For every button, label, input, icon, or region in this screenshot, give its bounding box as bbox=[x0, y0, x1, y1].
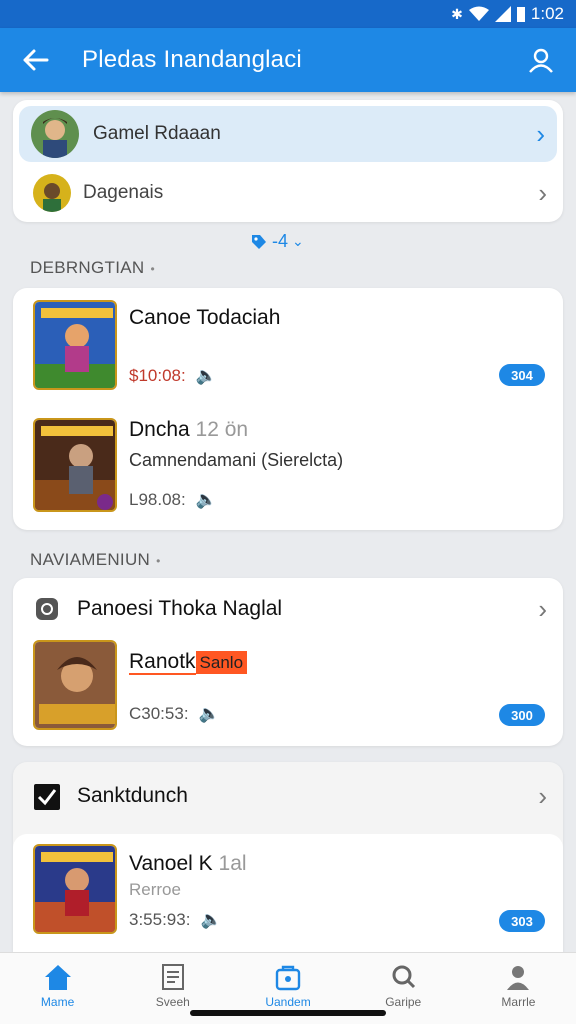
user-icon bbox=[529, 48, 553, 73]
sound-icon: 🔈 bbox=[195, 366, 217, 385]
signal-icon bbox=[494, 6, 511, 22]
nav-home[interactable]: Mame bbox=[0, 953, 115, 1024]
home-indicator bbox=[190, 1010, 386, 1016]
account-row-primary[interactable]: Gamel Rdaaan › bbox=[19, 106, 557, 162]
dot-icon: • bbox=[150, 262, 155, 276]
game-badge: 303 bbox=[499, 910, 545, 932]
page-title: Pledas Inandanglaci bbox=[82, 46, 302, 73]
game-thumbnail bbox=[33, 640, 117, 730]
game-title: Canoe Todaciah bbox=[129, 306, 281, 329]
chevron-right-icon: › bbox=[538, 177, 547, 208]
game-item[interactable]: Canoe Todaciah $10:08: 🔈 304 bbox=[13, 288, 563, 406]
games-card: Canoe Todaciah $10:08: 🔈 304 Dncha 12 ön… bbox=[13, 288, 563, 530]
sound-icon: 🔈 bbox=[198, 704, 220, 723]
chevron-right-icon: › bbox=[538, 593, 547, 624]
collection-header[interactable]: Sanktdunch › bbox=[13, 762, 563, 830]
dot-icon: • bbox=[156, 554, 161, 568]
sound-icon: 🔈 bbox=[195, 490, 217, 509]
game-price: $10:08: 🔈 bbox=[129, 366, 217, 386]
person-icon bbox=[507, 966, 530, 990]
game-title-text: Dncha bbox=[129, 418, 190, 441]
bag-icon bbox=[275, 965, 301, 991]
game-item[interactable]: Vanoel K 1al Rerroe 3:55:93: 🔈 303 bbox=[13, 834, 563, 952]
game-title-suffix: 1al bbox=[218, 852, 247, 875]
nav-label: Sveeh bbox=[155, 995, 190, 1009]
collection-header[interactable]: Panoesi Thoka Naglal › bbox=[13, 578, 563, 640]
tag-icon bbox=[252, 234, 266, 249]
game-price: C30:53: 🔈 bbox=[129, 704, 220, 724]
accounts-card: Gamel Rdaaan › Dagenais › bbox=[13, 100, 563, 222]
game-price-text: 3:55:93: bbox=[129, 910, 191, 929]
game-item[interactable]: Ranotk Sanlo C30:53: 🔈 300 bbox=[13, 640, 563, 746]
collection-card: Sanktdunch › Vanoel K 1al Rerroe 3:55:93… bbox=[13, 762, 563, 952]
clock: 1:02 bbox=[530, 4, 564, 23]
chevron-down-icon: ⌄ bbox=[292, 233, 304, 249]
collection-title: Sanktdunch bbox=[77, 784, 188, 807]
game-price-text: $10:08: bbox=[129, 366, 186, 385]
game-thumbnail bbox=[33, 300, 117, 390]
game-title: Dncha 12 ön bbox=[129, 418, 248, 442]
account-row-secondary[interactable]: Dagenais › bbox=[13, 166, 563, 220]
section-heading-text: NAVIAMENIUN bbox=[30, 550, 151, 569]
game-title: Ranotk Sanlo bbox=[129, 650, 248, 675]
nav-label: Garipe bbox=[385, 995, 422, 1009]
chevron-right-icon: › bbox=[538, 780, 547, 811]
game-thumbnail bbox=[33, 844, 117, 934]
avatar bbox=[33, 174, 71, 212]
game-badge: 300 bbox=[499, 704, 545, 726]
section-heading-text: DEBRNGTIAN bbox=[30, 258, 145, 277]
game-thumbnail bbox=[33, 418, 117, 512]
filter-label: -4 bbox=[272, 231, 289, 251]
game-price-text: C30:53: bbox=[129, 704, 189, 723]
bluetooth-icon: ✱ bbox=[451, 5, 463, 22]
section-heading: NAVIAMENIUN • bbox=[30, 550, 161, 570]
home-icon bbox=[44, 965, 71, 990]
gamepad-icon bbox=[36, 598, 58, 620]
search-icon bbox=[392, 965, 416, 989]
back-button[interactable] bbox=[0, 28, 70, 92]
game-title-text: Ranotk bbox=[129, 650, 196, 675]
filter-dropdown[interactable]: -4 ⌄ bbox=[250, 231, 304, 252]
game-title: Vanoel K 1al bbox=[129, 852, 247, 876]
account-name: Dagenais bbox=[83, 182, 164, 203]
nav-label: Marrle bbox=[501, 995, 536, 1009]
app-bar: Pledas Inandanglaci bbox=[0, 28, 576, 92]
back-arrow-icon bbox=[23, 49, 49, 71]
avatar bbox=[31, 110, 79, 158]
section-heading: DEBRNGTIAN • bbox=[30, 258, 155, 278]
game-item[interactable]: Dncha 12 ön Camnendamani (Sierelcta) L98… bbox=[13, 406, 563, 530]
game-price: L98.08: 🔈 bbox=[129, 490, 217, 510]
game-price: 3:55:93: 🔈 bbox=[129, 910, 222, 930]
nav-label: Mame bbox=[40, 995, 75, 1009]
game-title-highlight: Sanlo bbox=[195, 651, 248, 674]
game-title-text: Vanoel K bbox=[129, 852, 213, 875]
profile-button[interactable] bbox=[506, 28, 576, 92]
document-icon bbox=[161, 964, 184, 990]
game-badge: 304 bbox=[499, 364, 545, 386]
battery-icon bbox=[516, 7, 525, 22]
game-title-suffix: 12 ön bbox=[195, 418, 249, 441]
account-name: Gamel Rdaaan bbox=[93, 123, 221, 144]
nav-profile[interactable]: Marrle bbox=[461, 953, 576, 1024]
sound-icon: 🔈 bbox=[200, 910, 222, 929]
game-subtitle: Camnendamani (Sierelcta) bbox=[129, 450, 344, 470]
nav-label: Uandem bbox=[265, 995, 311, 1009]
game-subtitle: Rerroe bbox=[129, 880, 181, 899]
wifi-icon bbox=[468, 6, 489, 21]
collection-title: Panoesi Thoka Naglal bbox=[77, 597, 283, 620]
chevron-right-icon: › bbox=[536, 118, 545, 149]
game-price-text: L98.08: bbox=[129, 490, 186, 509]
collection-card: Panoesi Thoka Naglal › Ranotk Sanlo C30:5… bbox=[13, 578, 563, 746]
status-bar: ✱ 1:02 bbox=[0, 0, 576, 28]
checkbox-checked-icon bbox=[34, 784, 60, 810]
